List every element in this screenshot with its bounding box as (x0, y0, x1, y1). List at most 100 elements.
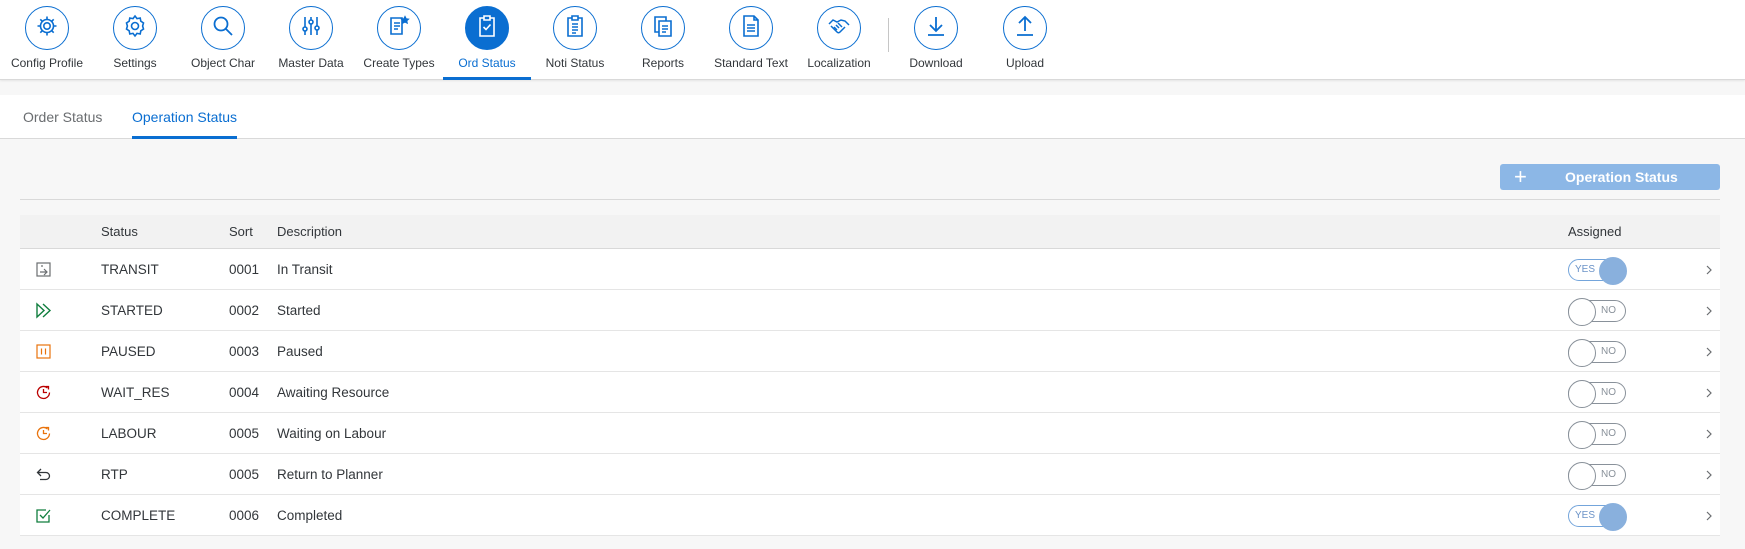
chevron-right-icon (1703, 509, 1715, 521)
toolbar-standard-text[interactable]: Standard Text (707, 0, 795, 80)
table-row[interactable]: LABOUR 0005 Waiting on Labour NO (20, 413, 1720, 454)
toolbar-ord-status[interactable]: Ord Status (443, 0, 531, 80)
pending-icon (35, 384, 52, 401)
status-code: WAIT_RES (101, 385, 170, 400)
toolbar-label: Download (909, 56, 963, 70)
toolbar: Config Profile Settings Object Char Mast… (0, 0, 1745, 80)
assigned-switch[interactable]: NO (1568, 462, 1626, 490)
toolbar-settings[interactable]: Settings (91, 0, 179, 80)
status-code: COMPLETE (101, 508, 176, 523)
switch-knob (1568, 421, 1596, 449)
config-profile-icon (35, 14, 59, 43)
status-code: TRANSIT (101, 262, 159, 277)
started-icon (35, 302, 52, 319)
table-row[interactable]: STARTED 0002 Started NO (20, 290, 1720, 331)
create-types-icon (387, 14, 411, 43)
toolbar-label: Config Profile (10, 56, 84, 70)
toolbar-reports[interactable]: Reports (619, 0, 707, 80)
table-header: Status Sort Description Assigned (20, 215, 1720, 249)
sort-value: 0005 (229, 467, 260, 482)
pending-icon (35, 425, 52, 442)
switch-text: NO (1601, 305, 1616, 316)
description: Completed (277, 508, 343, 523)
table-row[interactable]: WAIT_RES 0004 Awaiting Resource NO (20, 372, 1720, 413)
table-row[interactable]: TRANSIT 0001 In Transit YES (20, 249, 1720, 290)
chevron-right-icon (1703, 427, 1715, 439)
sort-value: 0003 (229, 344, 260, 359)
add-button-label: Operation Status (1565, 169, 1678, 185)
switch-text: NO (1601, 346, 1616, 357)
handshake-icon (827, 14, 851, 43)
table-row[interactable]: RTP 0005 Return to Planner NO (20, 454, 1720, 495)
toolbar-separator (888, 18, 889, 52)
sort-value: 0001 (229, 262, 260, 277)
assigned-switch[interactable]: YES (1568, 257, 1627, 285)
status-code: PAUSED (101, 344, 156, 359)
clipboard-check-icon (475, 14, 499, 43)
toolbar-label: Create Types (363, 56, 435, 70)
switch-text: YES (1575, 510, 1596, 521)
switch-text: NO (1601, 469, 1616, 480)
table-row[interactable]: PAUSED 0003 Paused NO (20, 331, 1720, 372)
switch-text: NO (1601, 387, 1616, 398)
complete-icon (35, 507, 52, 524)
chevron-right-icon (1703, 468, 1715, 480)
switch-knob (1568, 380, 1596, 408)
add-operation-status-button[interactable]: + Operation Status (1500, 164, 1720, 190)
chevron-right-icon (1703, 263, 1715, 275)
switch-knob (1599, 503, 1627, 531)
assigned-switch[interactable]: NO (1568, 298, 1626, 326)
assigned-switch[interactable]: NO (1568, 421, 1626, 449)
clipboard-list-icon (563, 14, 587, 43)
sort-value: 0005 (229, 426, 260, 441)
status-code: RTP (101, 467, 128, 482)
toolbar-master-data[interactable]: Master Data (267, 0, 355, 80)
toolbar-download[interactable]: Download (892, 0, 980, 80)
active-indicator (443, 77, 531, 80)
assigned-switch[interactable]: NO (1568, 380, 1626, 408)
toolbar-noti-status[interactable]: Noti Status (531, 0, 619, 80)
tab-operation-status[interactable]: Operation Status (132, 95, 238, 139)
chevron-right-icon (1703, 345, 1715, 357)
toolbar-localization[interactable]: Localization (795, 0, 883, 80)
settings-icon (123, 14, 147, 43)
toolbar-label: Standard Text (714, 56, 788, 70)
description: Waiting on Labour (277, 426, 387, 441)
description: In Transit (277, 262, 333, 277)
plus-icon: + (1514, 164, 1527, 189)
toolbar-label: Noti Status (545, 56, 605, 70)
divider (20, 199, 1720, 200)
switch-text: NO (1601, 428, 1616, 439)
table-row[interactable]: COMPLETE 0006 Completed YES (20, 495, 1720, 536)
toolbar-label: Upload (1005, 56, 1045, 70)
header-status: Status (101, 224, 138, 239)
toolbar-create-types[interactable]: Create Types (355, 0, 443, 80)
sliders-icon (299, 14, 323, 43)
switch-knob (1568, 462, 1596, 490)
header-sort: Sort (229, 224, 253, 239)
download-icon (924, 14, 948, 43)
toolbar-label: Master Data (278, 56, 344, 70)
description: Started (277, 303, 321, 318)
toolbar-label: Reports (641, 56, 685, 70)
header-description: Description (277, 224, 343, 239)
operation-status-table: Status Sort Description Assigned TRANSIT… (20, 215, 1720, 536)
toolbar-upload[interactable]: Upload (981, 0, 1069, 80)
toolbar-label: Ord Status (458, 56, 516, 70)
switch-knob (1599, 257, 1627, 285)
toolbar-object-char[interactable]: Object Char (179, 0, 267, 80)
tab-order-status[interactable]: Order Status (23, 95, 102, 139)
sort-value: 0006 (229, 508, 260, 523)
reports-icon (651, 14, 675, 43)
status-code: STARTED (101, 303, 163, 318)
toolbar-label: Localization (807, 56, 871, 70)
toolbar-label: Settings (113, 56, 157, 70)
switch-knob (1568, 298, 1596, 326)
assigned-switch[interactable]: YES (1568, 503, 1627, 531)
toolbar-config-profile[interactable]: Config Profile (3, 0, 91, 80)
assigned-switch[interactable]: NO (1568, 339, 1626, 367)
chevron-right-icon (1703, 386, 1715, 398)
transit-icon (35, 261, 52, 278)
upload-icon (1013, 14, 1037, 43)
switch-text: YES (1575, 264, 1596, 275)
